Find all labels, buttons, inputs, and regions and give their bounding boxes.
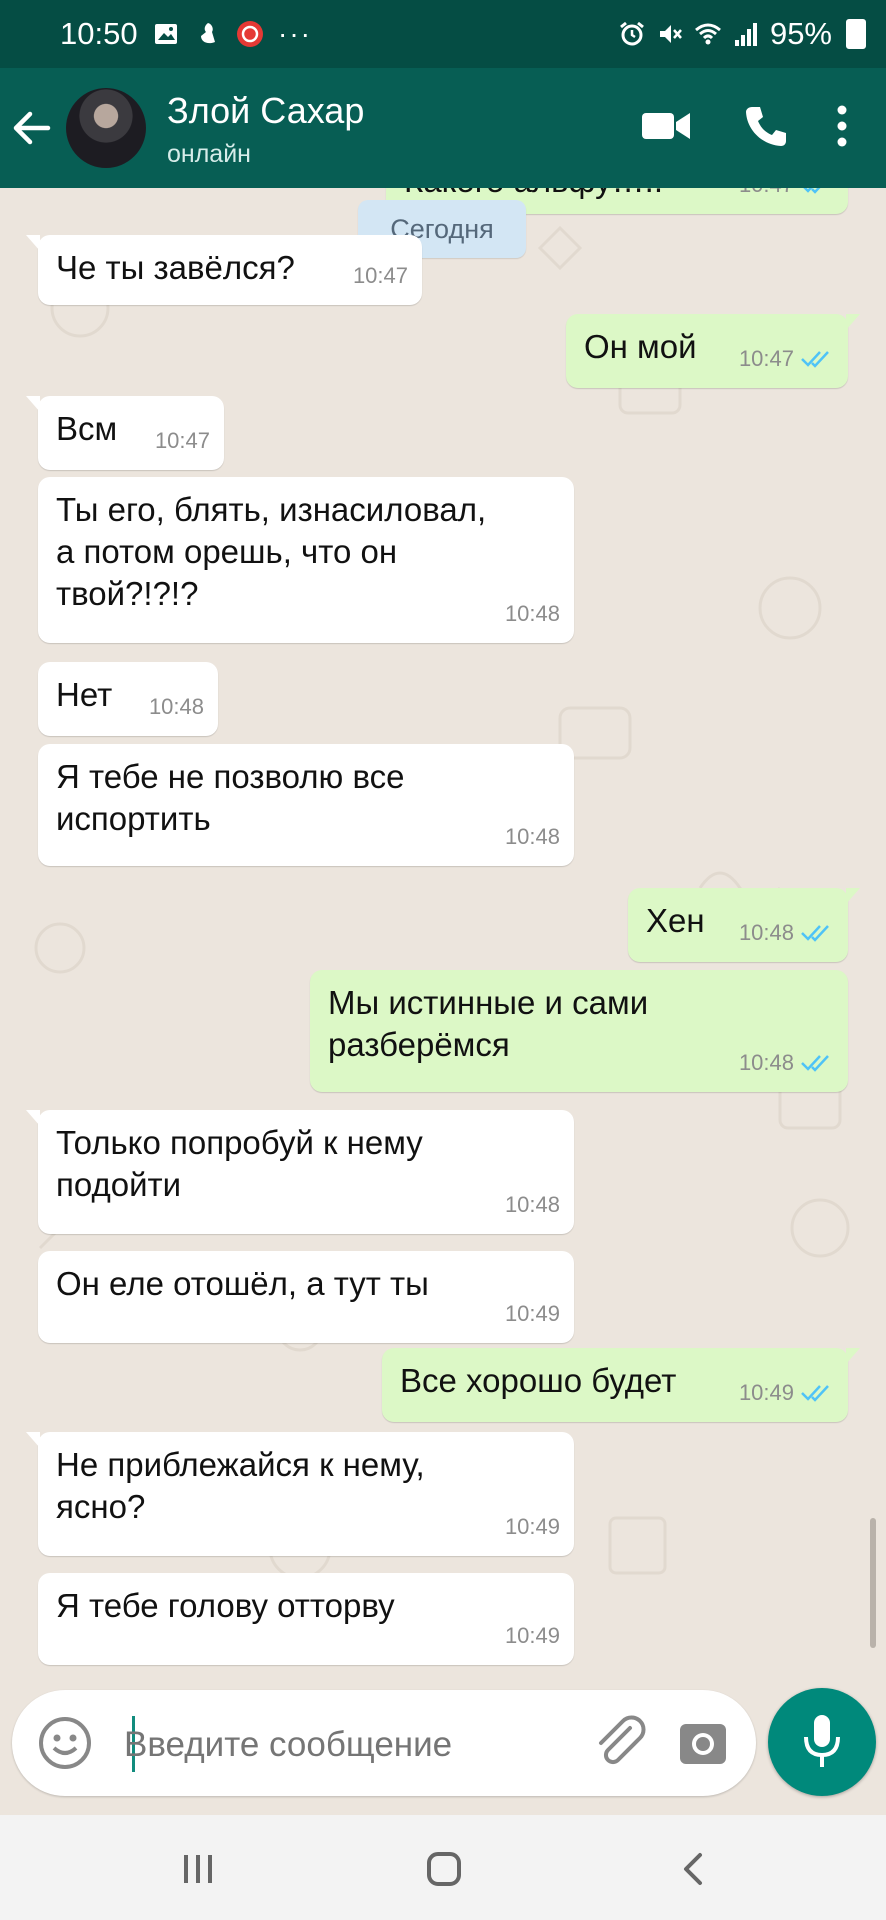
emoji-icon [39,1717,91,1769]
message-compose-bar [12,1690,756,1796]
attach-icon [599,1715,646,1765]
message-time: 10:49 [504,1514,560,1539]
message-text: Че ты завёлся? [56,249,295,286]
message-text: Только попробуй к нему подойти [56,1124,423,1203]
message-time: 10:49 [738,1380,794,1405]
message-input[interactable] [122,1716,476,1774]
message-text: Он еле отошёл, а тут ты [56,1265,429,1302]
contact-status: онлайн [167,140,251,168]
message-text: Ты его, блять, изнасиловал, а потом ореш… [56,491,487,612]
more-dots-icon: ··· [278,18,312,49]
nav-back-button[interactable] [664,1839,724,1899]
notification-icon [201,23,215,44]
read-ticks-icon [801,1055,829,1072]
battery-level: 95% [769,16,832,51]
chat-header: Злой Сахар онлайн [0,68,886,188]
attach-button[interactable] [590,1712,650,1772]
home-button[interactable] [414,1839,474,1899]
status-right-icons: 95% [618,16,866,52]
contact-name[interactable]: Злой Сахар [167,90,364,132]
message-bubble-outgoing[interactable]: Все хорошо будет 10:49 [382,1348,860,1422]
read-ticks-icon [803,188,821,194]
status-left-icons: ··· [152,18,312,50]
voice-call-button[interactable] [736,96,796,156]
back-icon [684,1853,702,1885]
back-button[interactable] [10,100,54,156]
message-time: 10:49 [504,1301,560,1326]
message-bubble-outgoing[interactable]: Хен 10:48 [628,888,860,962]
message-text: Не приблежайся к нему, ясно? [56,1446,425,1525]
message-bubble-incoming[interactable]: Я тебе голову отторву 10:49 [38,1573,574,1665]
message-time: 10:49 [504,1623,560,1648]
scrollbar-thumb[interactable] [870,1518,876,1648]
message-bubble-outgoing[interactable]: Он мой 10:47 [566,314,860,388]
message-text: Я тебе не позволю все испортить [56,758,405,837]
status-time: 10:50 [60,16,138,51]
message-time: 10:48 [148,694,204,719]
back-arrow-icon [13,111,51,145]
message-bubble-incoming[interactable]: Только попробуй к нему подойти 10:48 [26,1110,574,1234]
read-ticks-icon [801,925,829,942]
message-time: 10:48 [504,601,560,626]
message-bubble-incoming[interactable]: Ты его, блять, изнасиловал, а потом ореш… [38,477,574,643]
overflow-menu-icon [837,105,847,147]
camera-button[interactable] [674,1714,732,1772]
message-text: Я тебе голову отторву [56,1587,395,1624]
mic-icon [804,1715,840,1767]
status-bar: 10:50 ··· 95% [0,0,886,68]
message-time: 10:47 [154,428,210,453]
video-call-icon [642,113,690,139]
emoji-button[interactable] [36,1714,94,1772]
overflow-menu-button[interactable] [812,96,872,156]
phone-call-icon [746,107,786,146]
message-time: 10:48 [738,920,794,945]
signal-icon [734,23,757,46]
recent-apps-button[interactable] [168,1839,228,1899]
mute-icon [659,25,682,43]
wifi-icon [694,23,721,45]
message-bubble-outgoing[interactable]: Мы истинные и сами разберёмся 10:48 [310,970,848,1092]
message-bubble-incoming[interactable]: Че ты завёлся? 10:47 [26,235,422,305]
message-bubble-incoming[interactable]: Нет 10:48 [38,662,218,736]
message-time: 10:48 [738,1050,794,1075]
video-call-button[interactable] [636,96,696,156]
recent-apps-icon [184,1855,212,1883]
message-bubble-incoming[interactable]: Он еле отошёл, а тут ты 10:49 [38,1251,574,1343]
message-time: 10:48 [504,824,560,849]
message-time: 10:47 [352,263,408,288]
message-bubble-incoming[interactable]: Не приблежайся к нему, ясно? 10:49 [26,1432,574,1556]
sync-icon [237,21,263,47]
alarm-icon [620,21,644,46]
read-ticks-icon [801,1385,829,1402]
message-bubble-incoming[interactable]: Всм 10:47 [26,396,224,470]
message-bubble-incoming[interactable]: Я тебе не позволю все испортить 10:48 [38,744,574,866]
home-icon [427,1852,461,1886]
message-time: 10:48 [504,1192,560,1217]
avatar[interactable] [66,88,146,168]
system-navigation-bar [0,1815,886,1920]
read-ticks-icon [801,351,829,368]
gallery-icon [155,24,177,44]
chat-area[interactable]: Какого альфу….. 10:47 Сегодня Че ты завё… [0,188,886,1688]
battery-icon [846,19,866,49]
voice-message-button[interactable] [768,1688,876,1796]
message-time: 10:47 [738,346,794,371]
camera-icon [680,1724,726,1764]
